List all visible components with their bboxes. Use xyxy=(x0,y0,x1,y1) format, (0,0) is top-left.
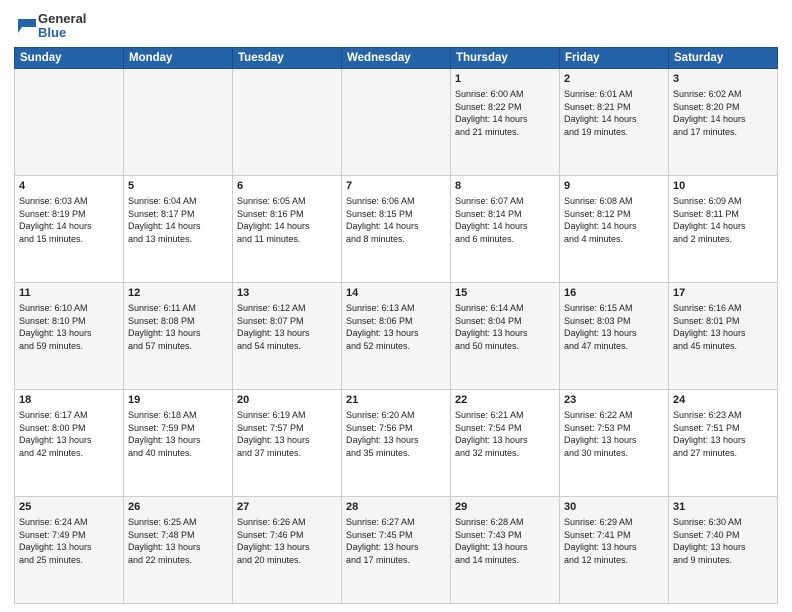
calendar-cell: 4Sunrise: 6:03 AMSunset: 8:19 PMDaylight… xyxy=(15,175,124,282)
calendar-cell: 7Sunrise: 6:06 AMSunset: 8:15 PMDaylight… xyxy=(342,175,451,282)
calendar-cell: 23Sunrise: 6:22 AMSunset: 7:53 PMDayligh… xyxy=(560,389,669,496)
calendar-cell: 31Sunrise: 6:30 AMSunset: 7:40 PMDayligh… xyxy=(669,496,778,603)
day-number: 17 xyxy=(673,286,773,301)
logo: GeneralBlue xyxy=(14,12,86,41)
calendar-cell: 14Sunrise: 6:13 AMSunset: 8:06 PMDayligh… xyxy=(342,282,451,389)
top-section: GeneralBlue xyxy=(14,12,778,41)
day-number: 8 xyxy=(455,179,555,194)
weekday-header-wednesday: Wednesday xyxy=(342,47,451,68)
calendar-cell xyxy=(124,68,233,175)
calendar-cell: 9Sunrise: 6:08 AMSunset: 8:12 PMDaylight… xyxy=(560,175,669,282)
day-number: 29 xyxy=(455,500,555,515)
calendar-cell: 24Sunrise: 6:23 AMSunset: 7:51 PMDayligh… xyxy=(669,389,778,496)
weekday-header-saturday: Saturday xyxy=(669,47,778,68)
calendar-cell: 18Sunrise: 6:17 AMSunset: 8:00 PMDayligh… xyxy=(15,389,124,496)
calendar-cell: 2Sunrise: 6:01 AMSunset: 8:21 PMDaylight… xyxy=(560,68,669,175)
day-number: 24 xyxy=(673,393,773,408)
day-number: 25 xyxy=(19,500,119,515)
day-number: 16 xyxy=(564,286,664,301)
calendar-cell: 26Sunrise: 6:25 AMSunset: 7:48 PMDayligh… xyxy=(124,496,233,603)
weekday-header-row: SundayMondayTuesdayWednesdayThursdayFrid… xyxy=(15,47,778,68)
calendar-cell: 20Sunrise: 6:19 AMSunset: 7:57 PMDayligh… xyxy=(233,389,342,496)
week-row-4: 18Sunrise: 6:17 AMSunset: 8:00 PMDayligh… xyxy=(15,389,778,496)
day-number: 11 xyxy=(19,286,119,301)
week-row-5: 25Sunrise: 6:24 AMSunset: 7:49 PMDayligh… xyxy=(15,496,778,603)
calendar-cell: 25Sunrise: 6:24 AMSunset: 7:49 PMDayligh… xyxy=(15,496,124,603)
calendar-cell: 21Sunrise: 6:20 AMSunset: 7:56 PMDayligh… xyxy=(342,389,451,496)
calendar-cell: 13Sunrise: 6:12 AMSunset: 8:07 PMDayligh… xyxy=(233,282,342,389)
calendar-cell: 8Sunrise: 6:07 AMSunset: 8:14 PMDaylight… xyxy=(451,175,560,282)
calendar-table: SundayMondayTuesdayWednesdayThursdayFrid… xyxy=(14,47,778,604)
calendar-cell: 17Sunrise: 6:16 AMSunset: 8:01 PMDayligh… xyxy=(669,282,778,389)
day-number: 9 xyxy=(564,179,664,194)
calendar-cell xyxy=(342,68,451,175)
weekday-header-thursday: Thursday xyxy=(451,47,560,68)
week-row-1: 1Sunrise: 6:00 AMSunset: 8:22 PMDaylight… xyxy=(15,68,778,175)
weekday-header-tuesday: Tuesday xyxy=(233,47,342,68)
calendar-cell xyxy=(15,68,124,175)
calendar-cell: 22Sunrise: 6:21 AMSunset: 7:54 PMDayligh… xyxy=(451,389,560,496)
weekday-header-sunday: Sunday xyxy=(15,47,124,68)
day-number: 2 xyxy=(564,72,664,87)
day-number: 23 xyxy=(564,393,664,408)
calendar-cell: 29Sunrise: 6:28 AMSunset: 7:43 PMDayligh… xyxy=(451,496,560,603)
day-number: 28 xyxy=(346,500,446,515)
day-number: 15 xyxy=(455,286,555,301)
calendar-cell: 30Sunrise: 6:29 AMSunset: 7:41 PMDayligh… xyxy=(560,496,669,603)
weekday-header-monday: Monday xyxy=(124,47,233,68)
day-number: 19 xyxy=(128,393,228,408)
day-number: 10 xyxy=(673,179,773,194)
day-number: 22 xyxy=(455,393,555,408)
day-number: 12 xyxy=(128,286,228,301)
calendar-cell: 16Sunrise: 6:15 AMSunset: 8:03 PMDayligh… xyxy=(560,282,669,389)
calendar-cell: 19Sunrise: 6:18 AMSunset: 7:59 PMDayligh… xyxy=(124,389,233,496)
calendar-cell: 6Sunrise: 6:05 AMSunset: 8:16 PMDaylight… xyxy=(233,175,342,282)
day-number: 27 xyxy=(237,500,337,515)
day-number: 3 xyxy=(673,72,773,87)
day-number: 18 xyxy=(19,393,119,408)
calendar-cell xyxy=(233,68,342,175)
calendar-cell: 5Sunrise: 6:04 AMSunset: 8:17 PMDaylight… xyxy=(124,175,233,282)
page: GeneralBlue SundayMondayTuesdayWednesday… xyxy=(0,0,792,612)
week-row-3: 11Sunrise: 6:10 AMSunset: 8:10 PMDayligh… xyxy=(15,282,778,389)
day-number: 13 xyxy=(237,286,337,301)
day-number: 26 xyxy=(128,500,228,515)
day-number: 14 xyxy=(346,286,446,301)
logo-content: GeneralBlue xyxy=(14,12,86,41)
calendar-cell: 11Sunrise: 6:10 AMSunset: 8:10 PMDayligh… xyxy=(15,282,124,389)
day-number: 5 xyxy=(128,179,228,194)
weekday-header-friday: Friday xyxy=(560,47,669,68)
calendar-cell: 27Sunrise: 6:26 AMSunset: 7:46 PMDayligh… xyxy=(233,496,342,603)
day-number: 30 xyxy=(564,500,664,515)
calendar-cell: 15Sunrise: 6:14 AMSunset: 8:04 PMDayligh… xyxy=(451,282,560,389)
calendar-cell: 3Sunrise: 6:02 AMSunset: 8:20 PMDaylight… xyxy=(669,68,778,175)
calendar-cell: 10Sunrise: 6:09 AMSunset: 8:11 PMDayligh… xyxy=(669,175,778,282)
calendar-cell: 28Sunrise: 6:27 AMSunset: 7:45 PMDayligh… xyxy=(342,496,451,603)
day-number: 31 xyxy=(673,500,773,515)
calendar-cell: 1Sunrise: 6:00 AMSunset: 8:22 PMDaylight… xyxy=(451,68,560,175)
day-number: 7 xyxy=(346,179,446,194)
day-number: 21 xyxy=(346,393,446,408)
calendar-cell: 12Sunrise: 6:11 AMSunset: 8:08 PMDayligh… xyxy=(124,282,233,389)
day-number: 6 xyxy=(237,179,337,194)
day-number: 20 xyxy=(237,393,337,408)
week-row-2: 4Sunrise: 6:03 AMSunset: 8:19 PMDaylight… xyxy=(15,175,778,282)
day-number: 1 xyxy=(455,72,555,87)
day-number: 4 xyxy=(19,179,119,194)
